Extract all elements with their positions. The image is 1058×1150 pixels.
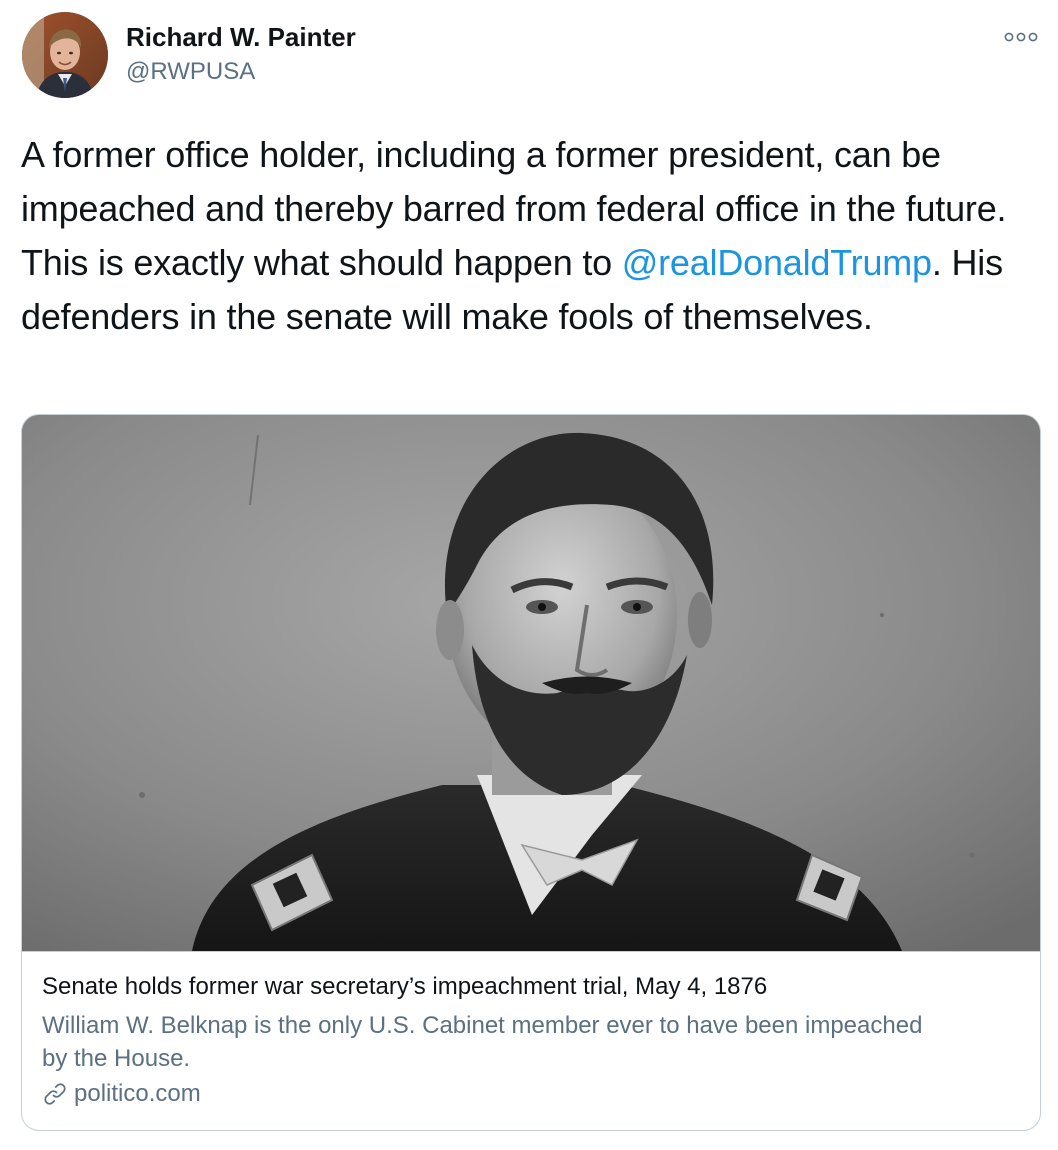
tweet-text: A former office holder, including a form… xyxy=(21,128,1031,344)
card-title[interactable]: Senate holds former war secretary’s impe… xyxy=(42,971,1022,1003)
link-card[interactable]: Senate holds former war secretary’s impe… xyxy=(21,414,1041,1131)
card-domain[interactable]: politico.com xyxy=(74,1078,201,1110)
mention-link[interactable]: @realDonaldTrump xyxy=(622,242,932,283)
card-description: William W. Belknap is the only U.S. Cabi… xyxy=(42,1012,923,1072)
author-name[interactable]: Richard W. Painter xyxy=(126,22,356,52)
profile-photo-icon xyxy=(22,12,108,98)
more-options-icon[interactable] xyxy=(1004,30,1038,44)
author-handle[interactable]: @RWPUSA xyxy=(126,58,255,86)
card-domain-row[interactable]: politico.com xyxy=(42,1077,201,1111)
avatar[interactable] xyxy=(22,12,108,98)
link-icon xyxy=(44,1083,66,1105)
card-image[interactable] xyxy=(22,415,1040,952)
portrait-photo-icon xyxy=(22,415,1040,951)
